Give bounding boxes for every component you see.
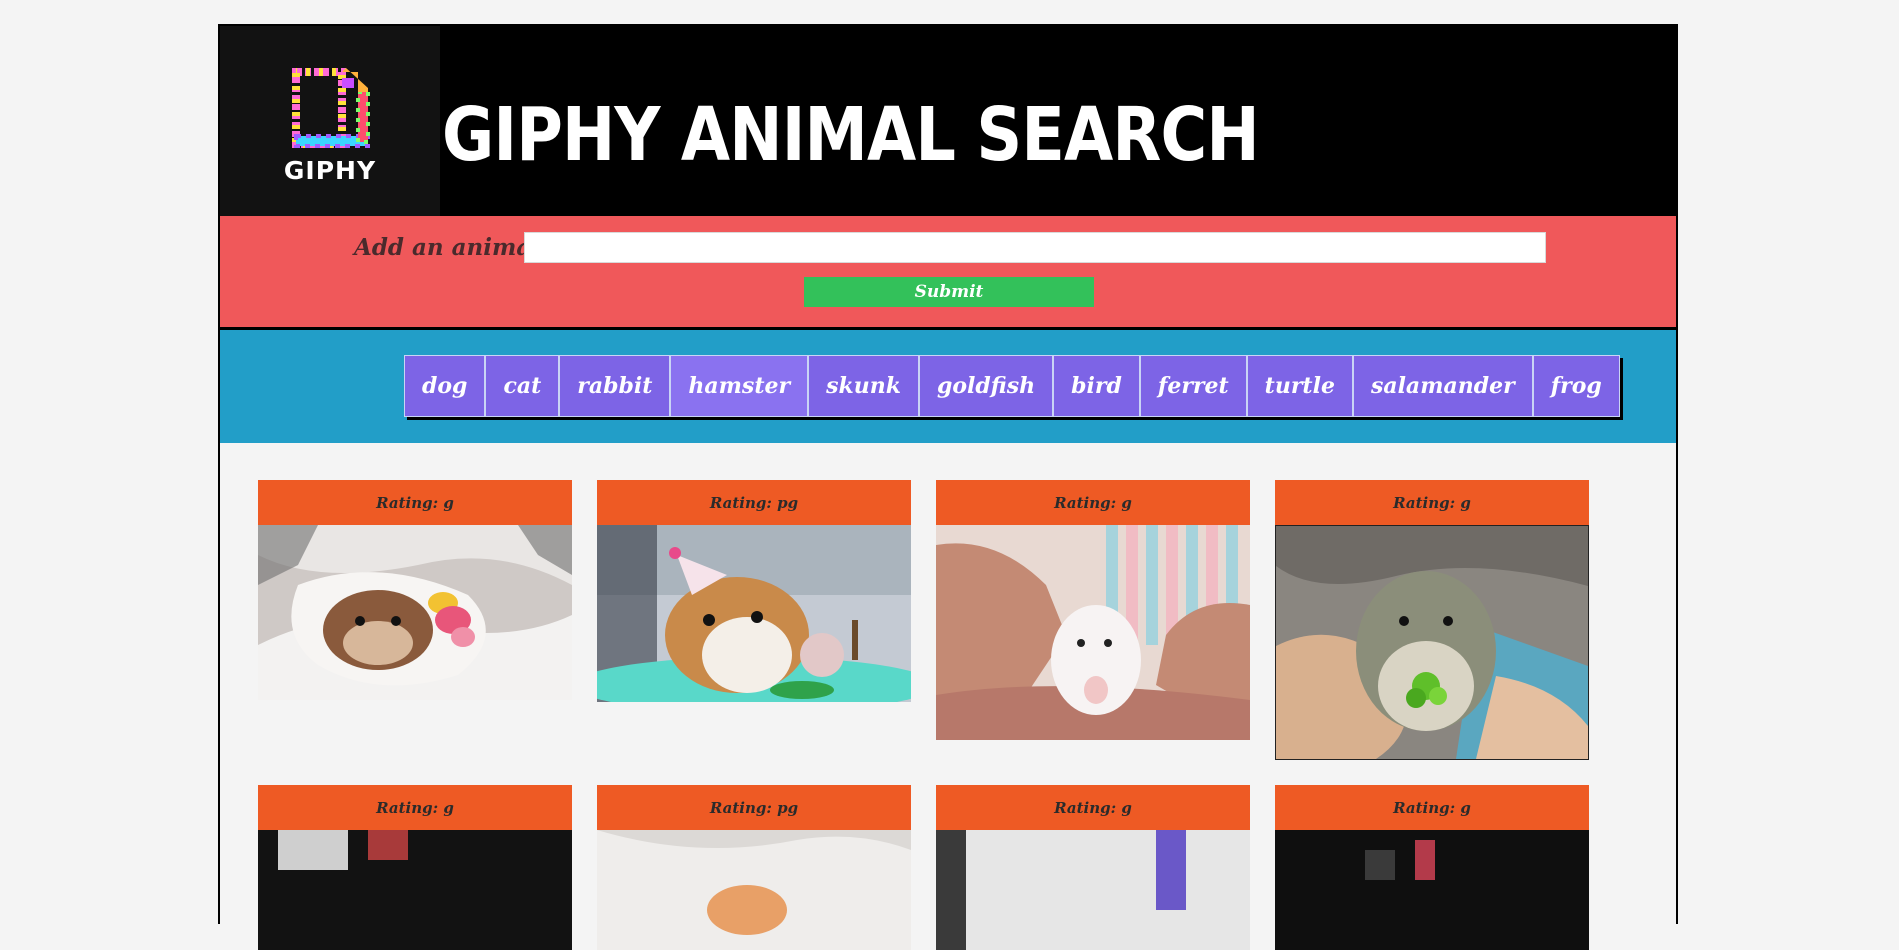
header: GIPHY GIPHY ANIMAL SEARCH <box>220 26 1676 216</box>
rating-label: Rating: g <box>1275 480 1589 525</box>
gif-image[interactable] <box>597 830 911 950</box>
gif-card: Rating: pg <box>597 785 911 950</box>
rating-label: Rating: pg <box>597 785 911 830</box>
gif-card: Rating: g <box>258 480 572 700</box>
gif-card: Rating: g <box>1275 480 1589 760</box>
animal-button-goldfish[interactable]: goldfish <box>918 355 1054 417</box>
hamster-gif-2 <box>597 525 911 702</box>
hamster-gif-7 <box>936 830 1250 950</box>
gif-image[interactable] <box>258 830 572 950</box>
animal-button-hamster[interactable]: hamster <box>670 355 809 417</box>
animal-button-bird[interactable]: bird <box>1053 355 1140 417</box>
gif-card: Rating: g <box>1275 785 1589 950</box>
gif-results: Rating: g Rating: pg Rating: g Rating: g… <box>220 443 1676 950</box>
gif-image[interactable] <box>597 525 911 702</box>
page-container: GIPHY GIPHY ANIMAL SEARCH Add an animal:… <box>218 24 1678 950</box>
hamster-gif-3 <box>936 525 1250 740</box>
animal-button-cat[interactable]: cat <box>485 355 560 417</box>
page-title: GIPHY ANIMAL SEARCH <box>442 92 1260 178</box>
rating-label: Rating: g <box>936 785 1250 830</box>
hamster-gif-5 <box>258 830 572 950</box>
gif-card: Rating: pg <box>597 480 911 702</box>
giphy-logo-text: GIPHY <box>283 156 377 185</box>
animal-buttons: dog cat rabbit hamster skunk goldfish bi… <box>404 355 1620 417</box>
animal-button-ferret[interactable]: ferret <box>1139 355 1247 417</box>
gif-image[interactable] <box>1275 525 1589 760</box>
hamster-gif-6 <box>597 830 911 950</box>
add-animal-label: Add an animal: <box>354 234 549 261</box>
add-animal-input[interactable] <box>524 232 1546 263</box>
hamster-gif-8 <box>1275 830 1589 950</box>
hamster-gif-1 <box>258 525 572 700</box>
rating-label: Rating: g <box>1275 785 1589 830</box>
animal-buttons-band: dog cat rabbit hamster skunk goldfish bi… <box>220 330 1676 443</box>
gif-card: Rating: g <box>936 480 1250 740</box>
rating-label: Rating: g <box>258 785 572 830</box>
rating-label: Rating: pg <box>597 480 911 525</box>
gif-image[interactable] <box>936 525 1250 740</box>
animal-button-dog[interactable]: dog <box>404 355 486 417</box>
animal-button-skunk[interactable]: skunk <box>808 355 919 417</box>
rating-label: Rating: g <box>258 480 572 525</box>
hamster-gif-4 <box>1276 526 1588 759</box>
gif-card: Rating: g <box>936 785 1250 950</box>
rating-label: Rating: g <box>936 480 1250 525</box>
add-animal-form: Add an animal: Submit <box>220 216 1676 330</box>
giphy-logo: GIPHY <box>220 26 440 216</box>
gif-image[interactable] <box>258 525 572 700</box>
submit-button[interactable]: Submit <box>804 277 1094 307</box>
giphy-logo-icon <box>292 68 370 148</box>
animal-button-turtle[interactable]: turtle <box>1246 355 1353 417</box>
gif-image[interactable] <box>1275 830 1589 950</box>
animal-button-frog[interactable]: frog <box>1532 355 1620 417</box>
gif-image[interactable] <box>936 830 1250 950</box>
animal-button-salamander[interactable]: salamander <box>1352 355 1533 417</box>
gif-card: Rating: g <box>258 785 572 950</box>
animal-button-rabbit[interactable]: rabbit <box>559 355 671 417</box>
